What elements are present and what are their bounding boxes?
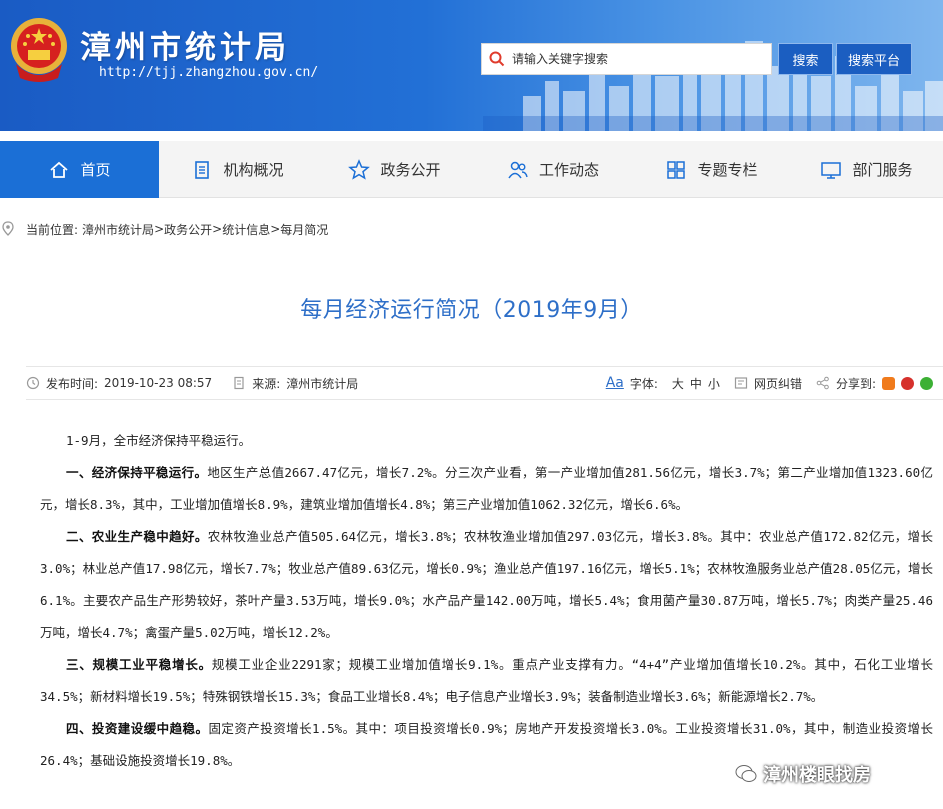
nav-item-label: 部门服务	[852, 161, 913, 179]
font-size-medium[interactable]: 中	[690, 375, 702, 392]
paragraph-lead: 二、农业生产稳中趋好。	[66, 529, 208, 544]
paragraph-lead: 三、规模工业平稳增长。	[66, 657, 212, 672]
source-label: 来源:	[252, 376, 281, 391]
people-icon	[508, 161, 528, 178]
breadcrumb-link-statistics[interactable]: 统计信息	[222, 221, 270, 238]
nav-item-label: 政务公开	[380, 161, 441, 179]
source-value: 漳州市统计局	[286, 376, 359, 391]
error-report-icon	[734, 377, 748, 389]
article-meta-bar: 发布时间: 2019-10-23 08:57 来源: 漳州市统计局 Aa 字体:…	[26, 366, 943, 400]
national-emblem-icon	[11, 18, 67, 82]
article-paragraph: 1-9月，全市经济保持平稳运行。	[40, 425, 933, 457]
paragraph-text: 1-9月，全市经济保持平稳运行。	[66, 433, 252, 448]
breadcrumb: 当前位置: 漳州市统计局 > 政务公开 > 统计信息 > 每月简况	[0, 218, 328, 240]
share-plus-icon[interactable]	[882, 376, 895, 390]
nav-item-label: 首页	[80, 161, 111, 179]
nav-item-work-news[interactable]: 工作动态	[473, 141, 633, 198]
wechat-watermark: 漳州楼眼找房	[735, 760, 871, 788]
search-platform-button[interactable]: 搜索平台	[836, 43, 912, 75]
watermark-text: 漳州楼眼找房	[763, 765, 871, 786]
article-content: 1-9月，全市经济保持平稳运行。 一、经济保持平稳运行。地区生产总值2667.4…	[40, 425, 933, 777]
nav-item-home[interactable]: 首页	[0, 141, 159, 198]
site-title: 漳州市统计局	[80, 30, 290, 66]
location-pin-icon	[2, 221, 14, 236]
breadcrumb-separator: >	[270, 222, 281, 236]
star-icon	[348, 158, 371, 180]
article-paragraph: 一、经济保持平稳运行。地区生产总值2667.47亿元，增长7.2%。分三次产业看…	[40, 457, 933, 521]
paragraph-text: 农林牧渔业总产值505.64亿元，增长3.8%；农林牧渔业增加值297.03亿元…	[40, 529, 933, 640]
site-url[interactable]: http://tjj.zhangzhou.gov.cn/	[99, 65, 318, 80]
nav-item-label: 工作动态	[538, 161, 599, 179]
document-icon	[195, 160, 210, 179]
wechat-share-icon[interactable]	[920, 376, 933, 390]
breadcrumb-prefix: 当前位置:	[26, 222, 79, 237]
nav-item-department-services[interactable]: 部门服务	[790, 141, 943, 198]
article-paragraph: 二、农业生产稳中趋好。农林牧渔业总产值505.64亿元，增长3.8%；农林牧渔业…	[40, 521, 933, 649]
nav-item-special-topics[interactable]: 专题专栏	[633, 141, 790, 198]
wechat-logo-icon	[735, 765, 757, 782]
clock-icon	[26, 376, 40, 390]
paragraph-lead: 一、经济保持平稳运行。	[66, 465, 208, 480]
breadcrumb-link-monthly[interactable]: 每月简况	[280, 221, 328, 238]
main-nav: 首页 机构概况 政务公开 工作动态 专题专栏 部门服务	[0, 141, 943, 198]
search-box	[481, 43, 772, 75]
font-size-small[interactable]: 小	[708, 375, 720, 392]
article-title: 每月经济运行简况（2019年9月）	[300, 298, 643, 323]
source-document-icon	[234, 376, 244, 390]
publish-time-value: 2019-10-23 08:57	[104, 376, 213, 390]
header-banner: 漳州市统计局 http://tjj.zhangzhou.gov.cn/ 搜索 搜…	[0, 0, 943, 131]
grid-icon	[667, 160, 686, 179]
font-label: 字体:	[629, 376, 658, 391]
share-icon	[816, 376, 829, 390]
breadcrumb-link-bureau[interactable]: 漳州市统计局	[82, 221, 154, 238]
breadcrumb-link-public-affairs[interactable]: 政务公开	[164, 221, 212, 238]
error-report-button[interactable]: 网页纠错	[754, 375, 802, 392]
nav-item-label: 专题专栏	[697, 161, 758, 179]
breadcrumb-separator: >	[154, 222, 165, 236]
weibo-share-icon[interactable]	[901, 376, 914, 390]
paragraph-lead: 四、投资建设缓中趋稳。	[66, 721, 209, 736]
nav-item-label: 机构概况	[223, 161, 284, 179]
font-size-icon: Aa	[605, 375, 624, 391]
publish-time-label: 发布时间:	[46, 376, 99, 391]
search-button[interactable]: 搜索	[778, 43, 833, 75]
search-input[interactable]	[512, 45, 762, 73]
monitor-icon	[821, 161, 842, 179]
nav-item-public-affairs[interactable]: 政务公开	[316, 141, 473, 198]
breadcrumb-separator: >	[212, 222, 223, 236]
share-label: 分享到:	[835, 376, 876, 391]
search-icon	[482, 44, 512, 74]
article-paragraph: 三、规模工业平稳增长。规模工业企业2291家；规模工业增加值增长9.1%。重点产…	[40, 649, 933, 713]
font-size-large[interactable]: 大	[672, 375, 684, 392]
nav-item-about[interactable]: 机构概况	[159, 141, 316, 198]
home-icon	[50, 161, 69, 178]
